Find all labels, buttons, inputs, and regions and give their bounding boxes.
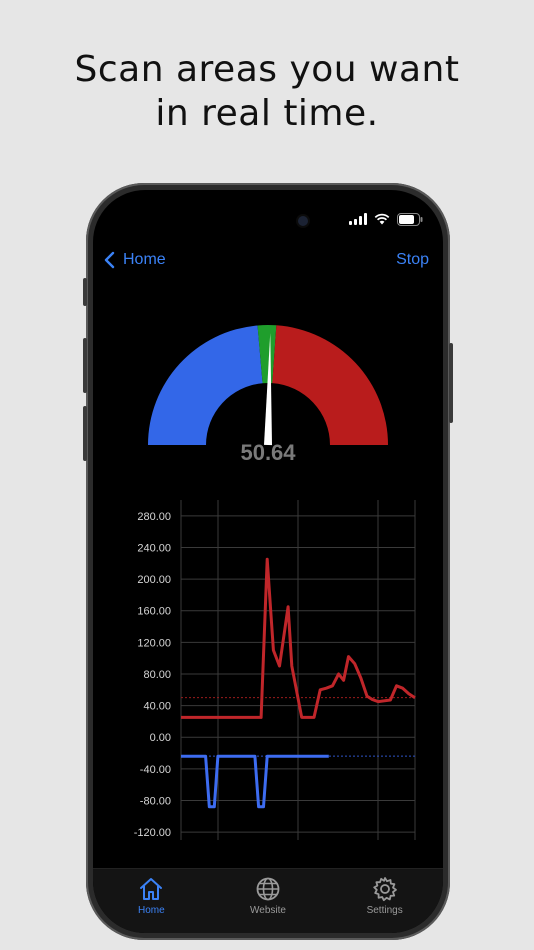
volume-down-button: [83, 406, 87, 461]
headline: Scan areas you want in real time.: [0, 48, 534, 136]
gauge-arc-high: [272, 325, 388, 445]
tab-website[interactable]: Website: [218, 869, 318, 933]
chart-y-tick-label: 160.00: [137, 606, 171, 618]
side-button: [83, 278, 87, 306]
chevron-left-icon: [104, 251, 115, 269]
power-button: [449, 343, 453, 423]
tab-home-label: Home: [137, 905, 165, 916]
house-icon: [140, 878, 163, 900]
tab-settings-label: Settings: [366, 905, 403, 916]
chart-y-tick-label: 200.00: [137, 574, 171, 586]
chart-y-tick-label: -80.00: [140, 795, 171, 807]
chart-series-blue: [181, 754, 329, 809]
chart-y-tick-label: 240.00: [137, 542, 171, 554]
volume-up-button: [83, 338, 87, 393]
gear-icon: [372, 877, 397, 902]
wifi-icon: [374, 213, 390, 225]
navigation-bar: Home Stop: [93, 248, 443, 278]
cellular-signal-icon: [349, 213, 367, 225]
chart-y-tick-label: -120.00: [134, 827, 171, 839]
tab-home[interactable]: Home: [101, 869, 201, 933]
back-button-label: Home: [123, 251, 166, 268]
chart-y-tick-label: 280.00: [137, 511, 171, 523]
gauge-value: 50.64: [240, 440, 296, 465]
headline-line-2: in real time.: [155, 93, 379, 134]
phone-frame: Home Stop 50.64 280.00 240.00 200.00 160.00…: [83, 183, 453, 940]
chart-y-tick-label: 120.00: [137, 637, 171, 649]
gauge-arc-low: [148, 325, 263, 445]
tab-website-label: Website: [250, 905, 286, 916]
signal-line-chart: 280.00 240.00 200.00 160.00 120.00 80.00 40.00…: [134, 500, 416, 840]
chart-y-ticks: 280.00 240.00 200.00 160.00 120.00 80.00 40.00…: [134, 511, 171, 839]
chart-y-tick-label: -40.00: [140, 764, 171, 776]
globe-icon: [256, 877, 280, 901]
tab-bar: Home Website Settings: [93, 868, 443, 933]
chart-y-tick-label: 0.00: [150, 732, 171, 744]
stop-button[interactable]: Stop: [396, 251, 429, 269]
app-screen: Home Stop 50.64 280.00 240.00 200.00 160.00…: [93, 190, 443, 933]
headline-line-1: Scan areas you want: [74, 49, 460, 90]
tab-settings[interactable]: Settings: [335, 869, 435, 933]
chart-y-tick-label: 40.00: [143, 701, 171, 713]
chart-y-tick-label: 80.00: [143, 669, 171, 681]
status-bar: [349, 210, 423, 228]
back-button[interactable]: Home: [103, 251, 166, 269]
battery-icon: [397, 212, 423, 226]
front-camera: [298, 216, 308, 226]
